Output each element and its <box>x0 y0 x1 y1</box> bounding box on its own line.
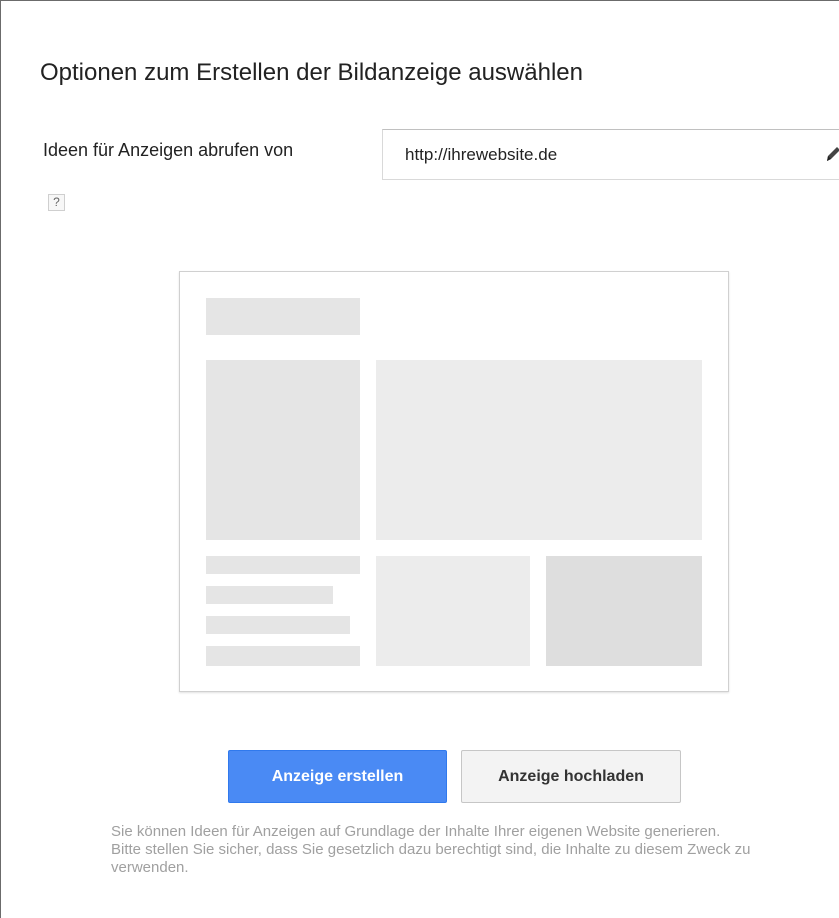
website-url-input[interactable] <box>382 129 839 180</box>
preview-text-line-3 <box>206 616 350 634</box>
help-icon[interactable]: ? <box>48 194 65 211</box>
pencil-icon-svg <box>827 147 839 161</box>
create-ad-button[interactable]: Anzeige erstellen <box>228 750 447 803</box>
preview-text-line-1 <box>206 556 360 574</box>
url-label: Ideen für Anzeigen abrufen von <box>43 140 294 160</box>
legal-note: Sie können Ideen für Anzeigen auf Grundl… <box>111 823 751 876</box>
preview-image-placeholder-tall <box>206 360 360 540</box>
pencil-icon[interactable] <box>824 141 839 163</box>
upload-ad-button[interactable]: Anzeige hochladen <box>461 750 681 803</box>
preview-text-line-2 <box>206 586 333 604</box>
preview-image-placeholder-wide <box>376 360 702 540</box>
preview-image-placeholder-small-2 <box>546 556 702 666</box>
ad-layout-preview <box>179 271 729 692</box>
dialog-title: Optionen zum Erstellen der Bildanzeige a… <box>40 59 583 86</box>
preview-image-placeholder-small-1 <box>376 556 530 666</box>
preview-text-line-4 <box>206 646 360 666</box>
create-image-ad-dialog: Optionen zum Erstellen der Bildanzeige a… <box>0 0 839 918</box>
preview-logo-placeholder <box>206 298 360 335</box>
